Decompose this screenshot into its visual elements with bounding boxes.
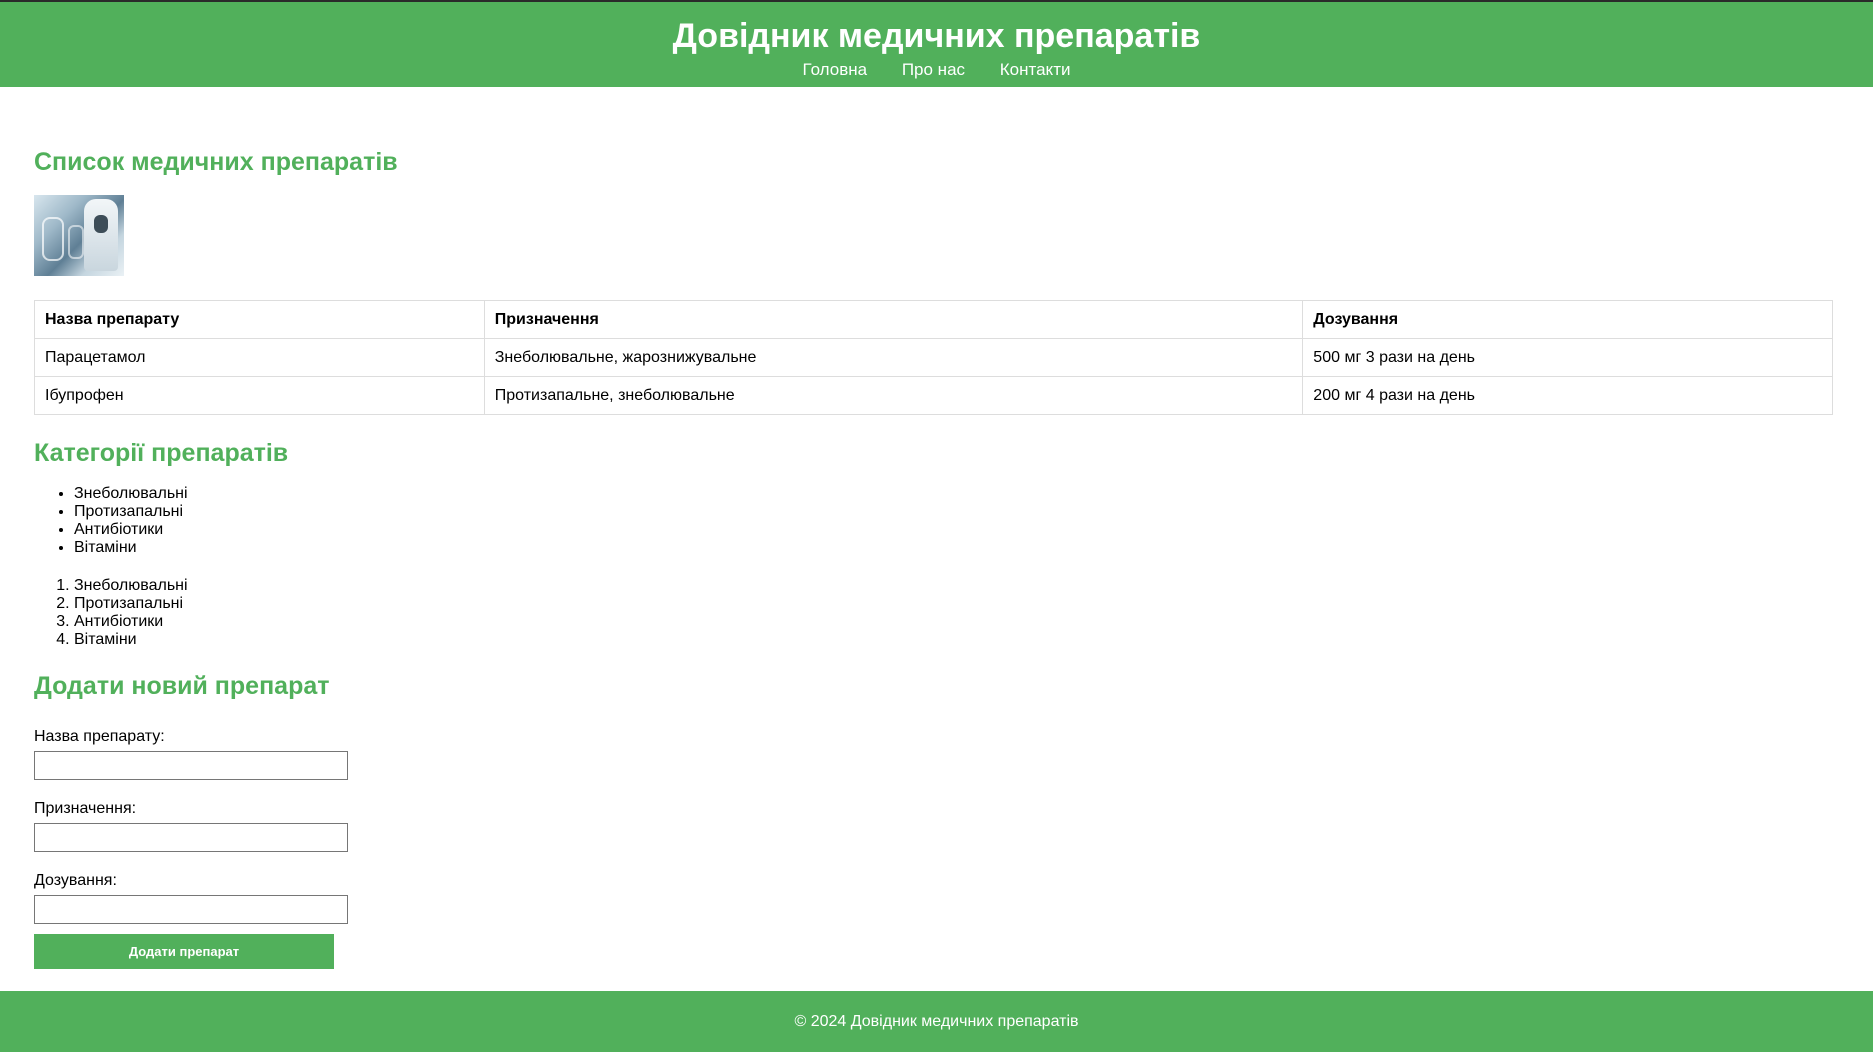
drug-table: Назва препарату Призначення Дозування Па… xyxy=(34,300,1833,415)
doctor-coat-shape xyxy=(84,199,118,271)
main-nav: Головна Про нас Контакти xyxy=(0,60,1873,80)
list-item: Антибіотики xyxy=(74,613,188,631)
list-item: Вітаміни xyxy=(74,631,188,649)
list-item: Знеболювальні xyxy=(74,577,188,595)
column-header-name: Назва препарату xyxy=(34,300,485,339)
medical-image xyxy=(34,195,124,276)
drug-name-input[interactable] xyxy=(34,751,348,780)
footer-text: © 2024 Довідник медичних препаратів xyxy=(794,1013,1079,1030)
dosage-label: Дозування: xyxy=(34,872,117,889)
add-drug-heading: Додати новий препарат xyxy=(34,672,330,700)
list-item: Вітаміни xyxy=(74,539,188,557)
list-item: Антибіотики xyxy=(74,521,188,539)
site-header: Довідник медичних препаратів Головна Про… xyxy=(0,0,1873,87)
table-row: Ібупрофен Протизапальне, знеболювальне 2… xyxy=(34,376,1833,415)
nav-link-about[interactable]: Про нас xyxy=(902,60,965,79)
table-cell: Знеболювальне, жарознижувальне xyxy=(483,338,1304,377)
flask-shape xyxy=(68,225,84,259)
categories-unordered-list: Знеболювальні Протизапальні Антибіотики … xyxy=(34,485,188,557)
table-cell: 200 мг 4 рази на день xyxy=(1302,376,1833,415)
purpose-input[interactable] xyxy=(34,823,348,852)
table-cell: 500 мг 3 рази на день xyxy=(1302,338,1833,377)
categories-ordered-list: Знеболювальні Протизапальні Антибіотики … xyxy=(34,577,188,649)
column-header-dosage: Дозування xyxy=(1302,300,1833,339)
table-cell: Ібупрофен xyxy=(34,376,485,415)
table-row: Парацетамол Знеболювальне, жарознижуваль… xyxy=(34,338,1833,377)
list-item: Знеболювальні xyxy=(74,485,188,503)
list-item: Протизапальні xyxy=(74,595,188,613)
add-drug-button[interactable]: Додати препарат xyxy=(34,934,334,969)
categories-heading: Категорії препаратів xyxy=(34,439,289,467)
site-footer: © 2024 Довідник медичних препаратів xyxy=(0,991,1873,1052)
table-cell: Парацетамол xyxy=(34,338,485,377)
flask-shape xyxy=(42,217,64,261)
dosage-input[interactable] xyxy=(34,895,348,924)
drug-name-label: Назва препарату: xyxy=(34,728,165,745)
table-cell: Протизапальне, знеболювальне xyxy=(483,376,1304,415)
nav-link-contacts[interactable]: Контакти xyxy=(1000,60,1071,79)
nav-link-home[interactable]: Головна xyxy=(803,60,868,79)
hand-shape xyxy=(94,215,108,233)
site-title: Довідник медичних препаратів xyxy=(672,17,1201,55)
list-item: Протизапальні xyxy=(74,503,188,521)
column-header-purpose: Призначення xyxy=(483,300,1304,339)
table-header-row: Назва препарату Призначення Дозування xyxy=(34,300,1833,339)
purpose-label: Призначення: xyxy=(34,800,137,817)
drug-list-heading: Список медичних препаратів xyxy=(34,148,398,176)
